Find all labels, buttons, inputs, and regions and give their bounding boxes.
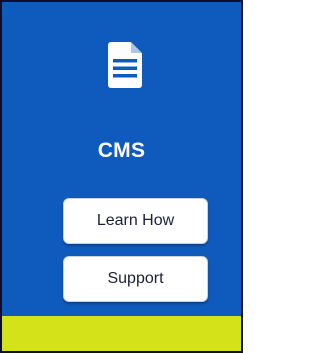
footer-accent-bar: [2, 316, 241, 351]
product-title: CMS: [97, 139, 146, 162]
learn-how-button[interactable]: Learn How: [63, 198, 208, 244]
document-icon: [108, 42, 142, 88]
support-button[interactable]: Support: [63, 256, 208, 302]
cms-card: CMS Learn How Support: [0, 0, 243, 353]
